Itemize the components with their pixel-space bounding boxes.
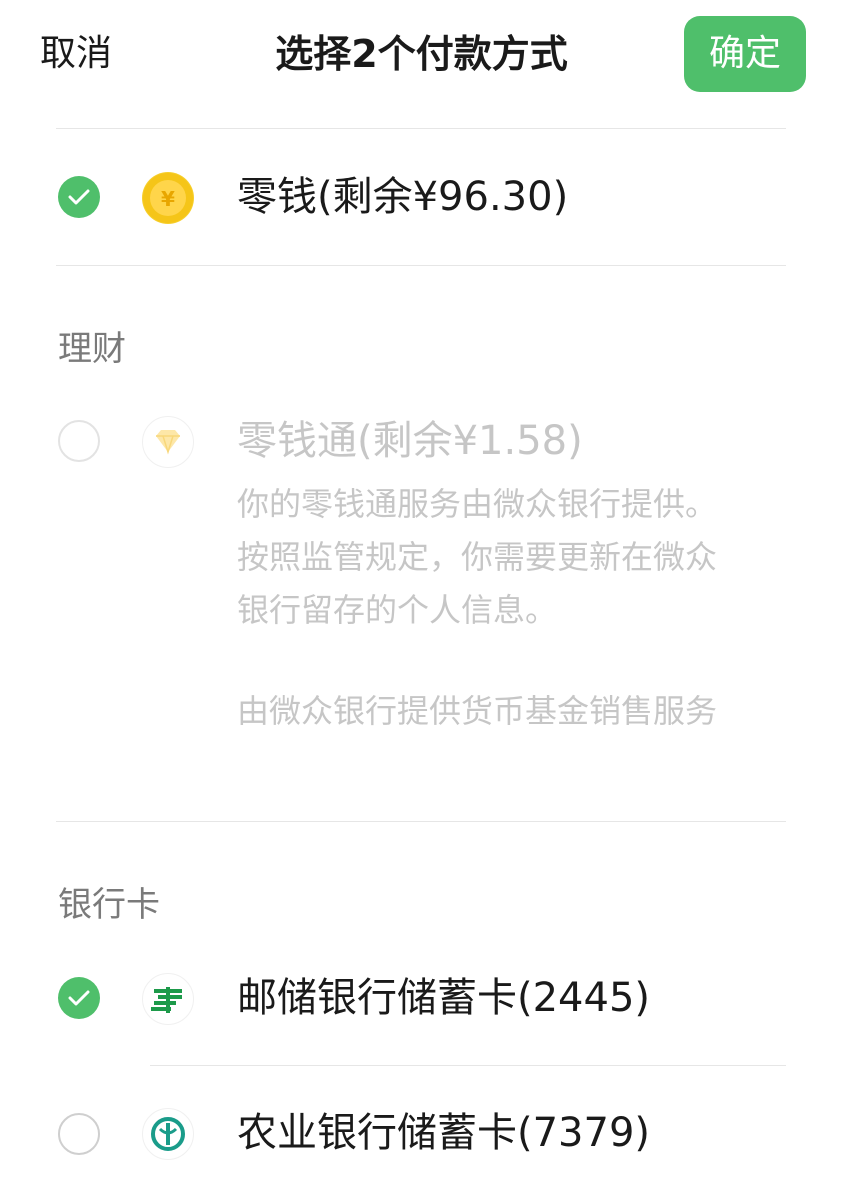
svg-text:¥: ¥ — [161, 187, 175, 211]
divider — [56, 265, 786, 266]
check-icon[interactable] — [58, 977, 100, 1019]
radio-unchecked[interactable] — [58, 1113, 100, 1155]
diamond-icon — [142, 416, 194, 468]
psbc-logo-icon — [142, 973, 194, 1025]
divider — [56, 821, 786, 822]
abc-card-label: 农业银行储蓄卡(7379) — [237, 1110, 651, 1156]
abc-logo-icon — [142, 1108, 194, 1160]
radio-disabled — [58, 420, 100, 462]
header: 取消 选择2个付款方式 确定 — [0, 0, 843, 110]
fund-provider-note: 由微众银行提供货币基金销售服务 — [237, 692, 718, 730]
update-info-notice: 你的零钱通服务由微众银行提供。按照监管规定，你需要更新在微众银行留存的个人信息。 — [237, 485, 718, 629]
wallet-label: 零钱(剩余¥96.30) — [237, 174, 569, 220]
payment-option-wallet[interactable]: ¥ 零钱(剩余¥96.30) — [0, 130, 843, 264]
confirm-button[interactable]: 确定 — [684, 16, 806, 92]
payment-option-psbc[interactable]: 邮储银行储蓄卡(2445) — [0, 955, 843, 1045]
lingqiantong-label: 零钱通(剩余¥1.58) — [237, 418, 583, 464]
payment-option-abc[interactable]: 农业银行储蓄卡(7379) — [0, 1090, 843, 1180]
section-label-finance: 理财 — [58, 329, 126, 369]
divider — [150, 1065, 786, 1066]
divider — [56, 128, 786, 129]
yuan-coin-icon: ¥ — [142, 172, 194, 224]
psbc-card-label: 邮储银行储蓄卡(2445) — [237, 975, 651, 1021]
check-icon[interactable] — [58, 176, 100, 218]
section-label-bank-cards: 银行卡 — [58, 885, 160, 925]
